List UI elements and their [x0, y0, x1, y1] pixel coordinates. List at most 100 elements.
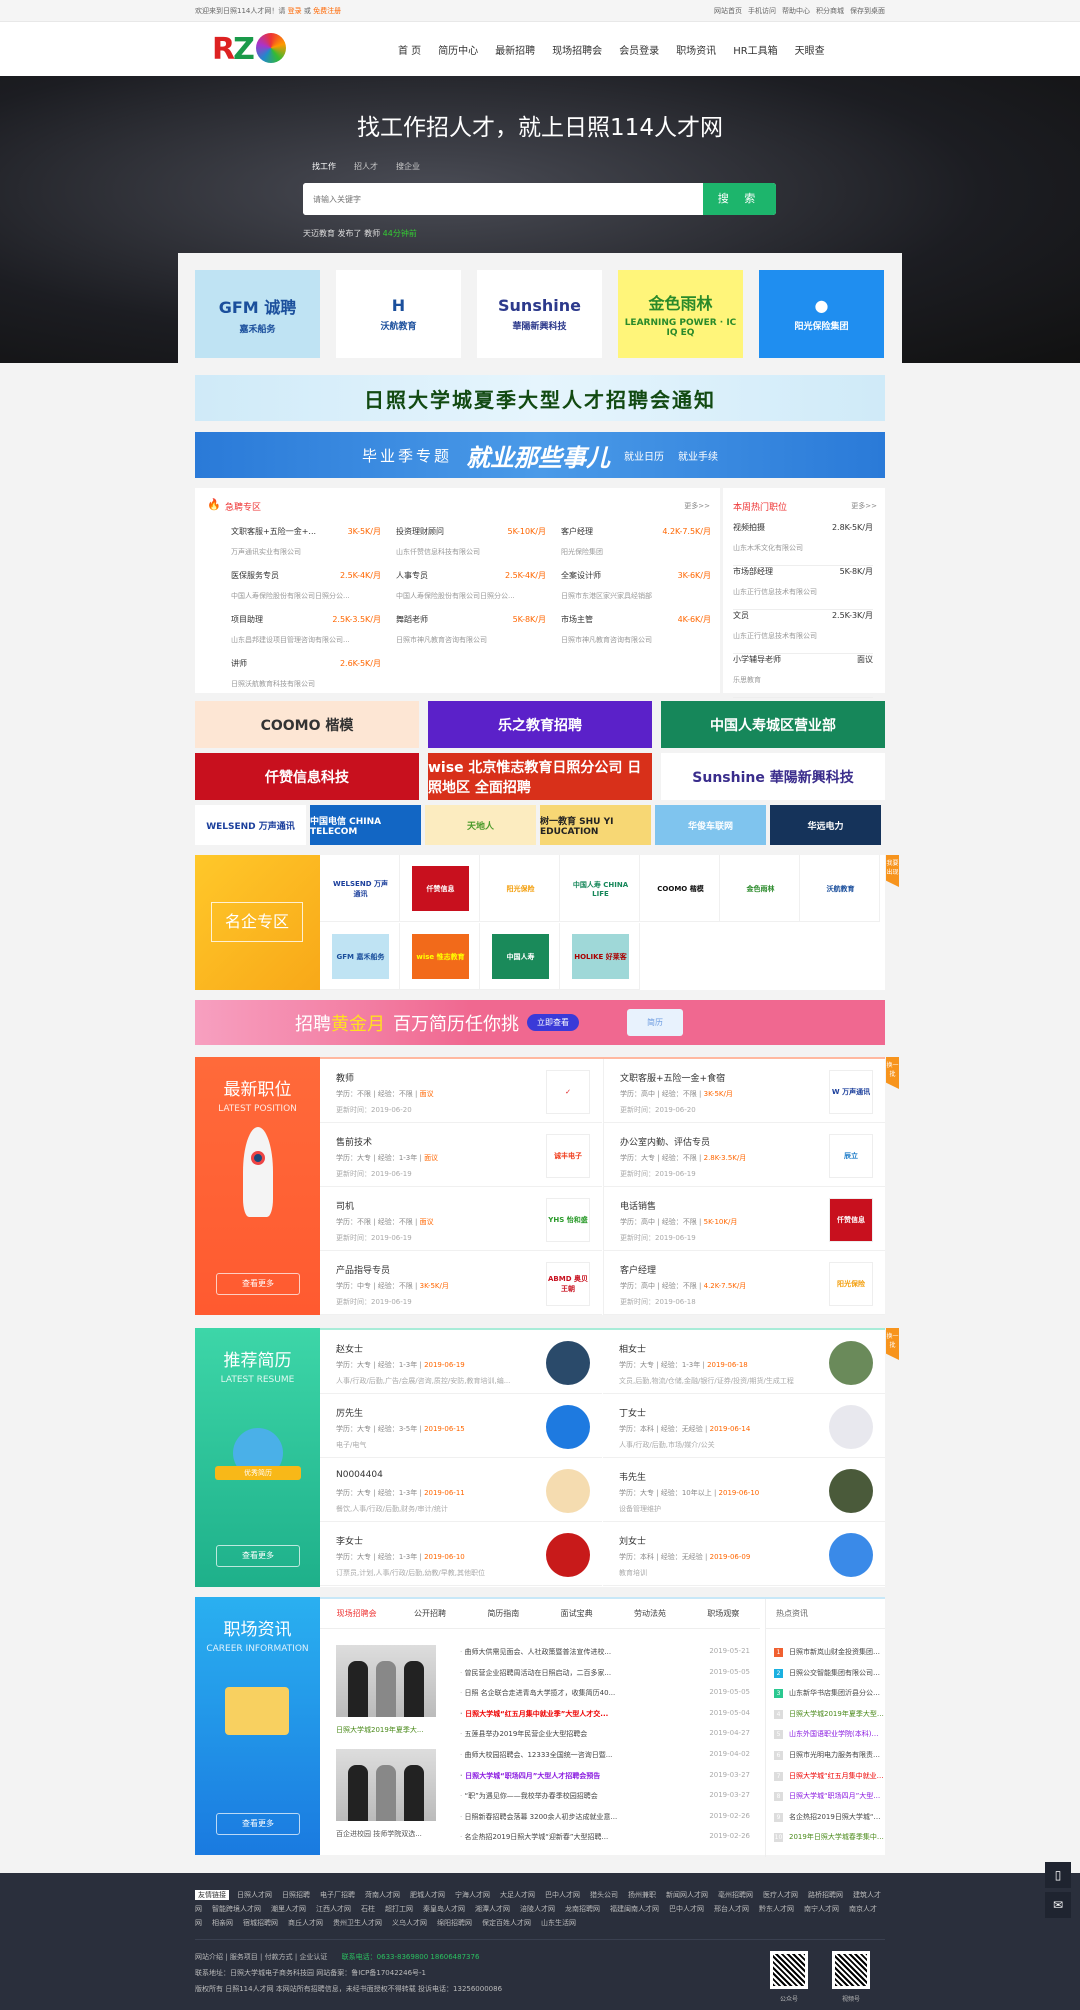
news-tab[interactable]: 面试宝典 [540, 1599, 613, 1628]
hot-news-item[interactable]: 5 山东外国语职业学院(本科)教师招... [774, 1729, 884, 1740]
news-title-link[interactable]: 曲师大供需见面会、人社政策暨普法宣传进校... [460, 1647, 665, 1657]
news-title-link[interactable]: 曲师大校园招聘会、12333全国统一咨询日暨... [460, 1750, 665, 1760]
latest-more-button[interactable]: 查看更多 [216, 1273, 300, 1295]
register-link[interactable]: 免费注册 [313, 7, 341, 15]
urgent-job[interactable]: 文职客服+五险一金+... 3K-5K/月 万声通讯实业有限公司 [231, 526, 381, 557]
job-title[interactable]: 司机 [336, 1199, 354, 1212]
famous-company-cell[interactable]: HOLIKE 好莱客 [560, 923, 640, 990]
friend-link[interactable]: 山东生活网 [541, 1919, 576, 1927]
friend-link[interactable]: 医疗人才网 [763, 1891, 798, 1899]
news-title-link[interactable]: 日照 名企联合走进青岛大学揽才，收集简历40... [460, 1688, 665, 1698]
candidate-name[interactable]: 相女士 [619, 1342, 646, 1355]
recent-company[interactable]: 天迈教育 [303, 229, 335, 238]
nav-item[interactable]: HR工具箱 [733, 42, 777, 57]
company-name[interactable]: 日照市神凡教育咨询有限公司 [396, 635, 546, 645]
friend-link[interactable]: 日照招聘 [282, 1891, 310, 1899]
partner-logo[interactable]: ● 阳光保险集团 [759, 270, 884, 358]
hot-job[interactable]: 小学辅导老师 面议 乐思教育 [733, 654, 873, 698]
job-title[interactable]: 客户经理 [561, 526, 593, 537]
company-name[interactable]: 日照市神凡教育咨询有限公司 [561, 635, 711, 645]
hot-news-title-link[interactable]: 日照大学城“职场四月”大型人才... [789, 1792, 884, 1800]
famous-company-cell[interactable]: COOMO 楷模 [640, 855, 720, 922]
candidate-name[interactable]: 厉先生 [336, 1406, 363, 1419]
search-tab[interactable]: 找工作 [312, 161, 336, 172]
company-name[interactable]: 山东仟赞信息科技有限公司 [396, 547, 546, 557]
graduation-banner[interactable]: 毕业季专题 就业那些事儿 就业日历 就业手续 [195, 432, 885, 478]
job-title[interactable]: 小学辅导老师 [733, 654, 781, 665]
friend-link[interactable]: 超打工网 [385, 1905, 413, 1913]
ad-banner[interactable]: COOMO 楷模 [195, 701, 419, 748]
friend-link[interactable]: 电子厂招聘 [320, 1891, 355, 1899]
company-logo[interactable]: YHS 怡和盛 [546, 1198, 590, 1242]
news-image-caption[interactable]: 日照大学城2019年夏季大... [336, 1725, 436, 1735]
friend-link[interactable]: 秦皇岛人才网 [423, 1905, 465, 1913]
news-item[interactable]: 曾民营企业招聘周活动在日照启动，二百多家... 2019-05-05 [460, 1668, 750, 1678]
candidate-avatar[interactable] [829, 1341, 873, 1385]
search-tab[interactable]: 搜企业 [396, 161, 420, 172]
urgent-more-link[interactable]: 更多>> [684, 501, 710, 511]
hot-news-item[interactable]: 3 山东新华书店集团沂县分公司201... [774, 1688, 884, 1699]
top-link[interactable]: 保存到桌面 [850, 6, 885, 16]
job-title[interactable]: 医保服务专员 [231, 570, 279, 581]
friend-link[interactable]: 新闻网人才网 [666, 1891, 708, 1899]
news-item[interactable]: 日照大学城“红五月集中就业季”大型人才交... 2019-05-04 [460, 1709, 750, 1719]
candidate-name[interactable]: 赵女士 [336, 1342, 363, 1355]
friend-link[interactable]: 商丘人才网 [288, 1919, 323, 1927]
grad-link-procedures[interactable]: 就业手续 [678, 448, 718, 463]
resume-row[interactable]: N0004404 学历：大专 | 经验：1-3年 | 2019-06-11 餐饮,人… [320, 1458, 602, 1522]
hot-news-title-link[interactable]: 名企热招2019日照大学城“迎新... [789, 1813, 884, 1821]
ad-banner-small[interactable]: WELSEND 万声通讯 [195, 805, 306, 845]
resume-row[interactable]: 李女士 学历：大专 | 经验：1-3年 | 2019-06-10 订票员,计划,人事… [320, 1522, 602, 1586]
hot-news-item[interactable]: 9 名企热招2019日照大学城“迎新... [774, 1812, 884, 1822]
resume-row[interactable]: 韦先生 学历：大专 | 经验：10年以上 | 2019-06-10 设备管理维护 [603, 1458, 885, 1522]
job-title[interactable]: 人事专员 [396, 570, 428, 581]
friend-link[interactable]: 菏南人才网 [365, 1891, 400, 1899]
news-title-link[interactable]: 名企热招2019日照大学城“迎新春”大型招聘... [460, 1832, 665, 1842]
candidate-avatar[interactable] [546, 1341, 590, 1385]
job-title[interactable]: 电话销售 [620, 1199, 656, 1212]
company-name[interactable]: 万声通讯实业有限公司 [231, 547, 381, 557]
job-title[interactable]: 市场部经理 [733, 566, 773, 577]
hot-news-title-link[interactable]: 日照市新岚山财金投资集团有限公... [789, 1648, 884, 1656]
resume-row[interactable]: 刘女士 学历：本科 | 经验：无经验 | 2019-06-09 教育培训 [603, 1522, 885, 1586]
hot-news-item[interactable]: 1 日照市新岚山财金投资集团有限公... [774, 1647, 884, 1657]
friend-link[interactable]: 亳州招聘网 [718, 1891, 753, 1899]
search-input[interactable] [303, 183, 703, 215]
job-row[interactable]: 售前技术 学历：大专 | 经验：1-3年 | 面议 更新时间：2019-06-19 诚… [320, 1123, 602, 1187]
hot-news-title-link[interactable]: 2019年日照大学城春季集中就业... [789, 1833, 884, 1841]
friend-link[interactable]: 巴中人才网 [669, 1905, 704, 1913]
company-name[interactable]: 中国人寿保险股份有限公司日照分公... [396, 591, 546, 601]
ad-banner-small[interactable]: 天地人 [425, 805, 536, 845]
job-title[interactable]: 客户经理 [620, 1263, 656, 1276]
job-title[interactable]: 讲师 [231, 658, 247, 669]
golden-month-banner[interactable]: 招聘 黄金月 百万简历任你挑 立即查看 简历 [195, 1000, 885, 1045]
hot-news-title-link[interactable]: 日照大学城“红五月集中就业季”... [789, 1772, 884, 1780]
top-link[interactable]: 网站首页 [714, 6, 742, 16]
hot-job[interactable]: 市场部经理 5K-8K/月 山东正行信息技术有限公司 [733, 566, 873, 610]
company-name[interactable]: 中国人寿保险股份有限公司日照分公... [231, 591, 381, 601]
candidate-name[interactable]: 李女士 [336, 1534, 363, 1547]
news-image[interactable] [336, 1645, 436, 1717]
fair-banner[interactable]: 日照大学城夏季大型人才招聘会通知 [195, 375, 885, 421]
company-name[interactable]: 山东昌邦建设项目管理咨询有限公司... [231, 635, 381, 645]
candidate-avatar[interactable] [829, 1533, 873, 1577]
resume-row[interactable]: 丁女士 学历：本科 | 经验：无经验 | 2019-06-14 人事/行政/后勤,市… [603, 1394, 885, 1458]
friend-link[interactable]: 义乌人才网 [392, 1919, 427, 1927]
job-title[interactable]: 全案设计师 [561, 570, 601, 581]
partner-logo[interactable]: Sunshine 華陽新興科技 [477, 270, 602, 358]
company-logo[interactable]: 诚丰电子 [546, 1134, 590, 1178]
news-title-link[interactable]: “职”为遇见你——我校举办春季校园招聘会 [460, 1791, 665, 1801]
friend-link[interactable]: 湘潭人才网 [475, 1905, 510, 1913]
ad-banner[interactable]: Sunshine 華陽新興科技 [661, 753, 885, 800]
friend-link[interactable]: 宁海人才网 [455, 1891, 490, 1899]
search-button[interactable]: 搜 索 [703, 183, 776, 215]
hot-news-item[interactable]: 10 2019年日照大学城春季集中就业... [774, 1832, 884, 1843]
famous-company-cell[interactable]: WELSEND 万声通讯 [320, 855, 400, 922]
resume-row[interactable]: 赵女士 学历：大专 | 经验：1-3年 | 2019-06-19 人事/行政/后勤,… [320, 1330, 602, 1394]
friend-link[interactable]: 扬州兼职 [628, 1891, 656, 1899]
candidate-avatar[interactable] [829, 1405, 873, 1449]
ad-banner[interactable]: 中国人寿城区营业部 [661, 701, 885, 748]
urgent-job[interactable]: 人事专员 2.5K-4K/月 中国人寿保险股份有限公司日照分公... [396, 570, 546, 601]
candidate-avatar[interactable] [546, 1469, 590, 1513]
candidate-avatar[interactable] [546, 1533, 590, 1577]
